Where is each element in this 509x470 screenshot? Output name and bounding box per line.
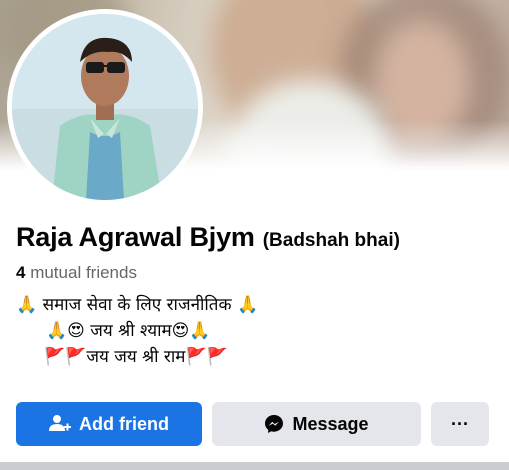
profile-bio: 🙏 समाज सेवा के लिए राजनीतिक 🙏 🙏😍 जय श्री… bbox=[16, 292, 496, 370]
profile-nickname: (Badshah bhai) bbox=[262, 230, 400, 251]
bio-line: 🚩🚩जय जय श्री राम🚩🚩 bbox=[44, 347, 228, 367]
messenger-icon bbox=[265, 415, 284, 433]
profile-name: Raja Agrawal Bjym bbox=[16, 222, 255, 252]
more-options-button[interactable]: ··· bbox=[431, 402, 489, 446]
bio-line: 🙏😍 जय श्री श्याम😍🙏 bbox=[46, 321, 211, 341]
profile-avatar[interactable] bbox=[7, 9, 203, 205]
mutual-friends[interactable]: 4 mutual friends bbox=[16, 263, 137, 283]
avatar-photo bbox=[12, 14, 198, 200]
mutual-friends-label: mutual friends bbox=[25, 263, 137, 282]
bio-line: 🙏 समाज सेवा के लिए राजनीतिक 🙏 bbox=[16, 295, 259, 315]
profile-page: Raja Agrawal Bjym (Badshah bhai) 4 mutua… bbox=[0, 0, 509, 470]
add-friend-button[interactable]: Add friend bbox=[16, 402, 202, 446]
profile-name-row: Raja Agrawal Bjym (Badshah bhai) bbox=[16, 222, 400, 253]
message-button[interactable]: Message bbox=[212, 402, 421, 446]
add-person-icon bbox=[49, 415, 71, 431]
section-divider bbox=[0, 462, 509, 470]
profile-actions: Add friend Message ··· bbox=[16, 402, 489, 446]
message-label: Message bbox=[292, 413, 369, 434]
more-icon: ··· bbox=[451, 413, 469, 434]
add-friend-label: Add friend bbox=[79, 413, 169, 434]
